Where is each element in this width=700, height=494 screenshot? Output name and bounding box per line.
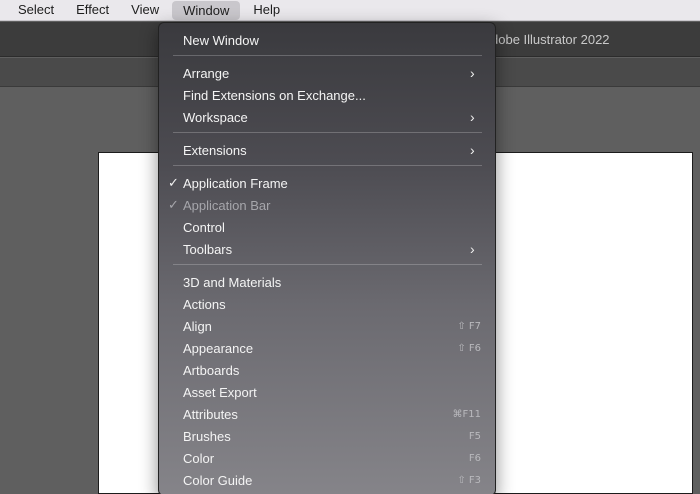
app-title: dobe Illustrator 2022 [491,32,610,47]
menu-item-workspace[interactable]: Workspace › [159,106,495,128]
menu-item-artboards[interactable]: Artboards [159,359,495,381]
menu-item-label: Color [183,451,215,466]
menu-item-brushes[interactable]: Brushes F5 [159,425,495,447]
menu-item-label: Align [183,319,212,334]
menu-item-label: Find Extensions on Exchange... [183,88,366,103]
menu-item-attributes[interactable]: Attributes ⌘F11 [159,403,495,425]
menu-item-label: Asset Export [183,385,257,400]
menu-item-actions[interactable]: Actions [159,293,495,315]
menu-item-label: Arrange [183,66,230,81]
menu-item-color-guide[interactable]: Color Guide ⇧ F3 [159,469,495,491]
menu-item-application-bar: ✓ Application Bar [159,194,495,216]
menu-item-application-frame[interactable]: ✓ Application Frame [159,172,495,194]
window-menu-dropdown: New Window Arrange › Find Extensions on … [158,22,496,494]
menu-item-label: Toolbars [183,242,233,257]
menu-item-control[interactable]: Control [159,216,495,238]
shortcut-hint: F6 [468,453,481,464]
chevron-right-icon: › [470,142,475,158]
menu-item-align[interactable]: Align ⇧ F7 [159,315,495,337]
menu-item-label: 3D and Materials [183,275,282,290]
menu-item-label: Color Guide [183,473,253,488]
checkmark-icon: ✓ [168,197,179,212]
menu-item-color[interactable]: Color F6 [159,447,495,469]
menu-item-label: Control [183,220,225,235]
menu-separator [173,132,482,133]
shortcut-hint: F5 [468,431,481,442]
menu-item-new-window[interactable]: New Window [159,29,495,51]
menu-item-arrange[interactable]: Arrange › [159,62,495,84]
menu-window[interactable]: Window [172,0,241,20]
menu-item-label: Extensions [183,143,247,158]
menu-view[interactable]: View [120,0,170,21]
shortcut-hint: ⌘F11 [452,409,481,420]
menu-item-label: New Window [183,33,259,48]
menu-item-3d-and-materials[interactable]: 3D and Materials [159,271,495,293]
menu-item-toolbars[interactable]: Toolbars › [159,238,495,260]
menu-select[interactable]: Select [0,0,65,21]
menu-help[interactable]: Help [242,0,291,21]
menu-item-extensions[interactable]: Extensions › [159,139,495,161]
shortcut-hint: ⇧ F7 [457,321,481,332]
menu-item-label: Actions [183,297,226,312]
shortcut-hint: ⇧ F6 [457,343,481,354]
menu-bar: Select Effect View Window Help [0,0,700,21]
menu-separator [173,165,482,166]
menu-item-label: Workspace [183,110,248,125]
checkmark-icon: ✓ [168,175,179,190]
menu-item-find-extensions[interactable]: Find Extensions on Exchange... [159,84,495,106]
menu-item-label: Attributes [183,407,238,422]
menu-separator [173,264,482,265]
menu-item-label: Application Bar [183,198,271,213]
menu-effect[interactable]: Effect [65,0,120,21]
shortcut-hint: ⇧ F3 [457,475,481,486]
menu-item-asset-export[interactable]: Asset Export [159,381,495,403]
menu-item-appearance[interactable]: Appearance ⇧ F6 [159,337,495,359]
menu-item-label: Application Frame [183,176,288,191]
menu-item-label: Artboards [183,363,240,378]
menu-separator [173,55,482,56]
menu-item-label: Appearance [183,341,254,356]
chevron-right-icon: › [470,241,475,257]
chevron-right-icon: › [470,109,475,125]
menu-item-label: Brushes [183,429,231,444]
chevron-right-icon: › [470,65,475,81]
